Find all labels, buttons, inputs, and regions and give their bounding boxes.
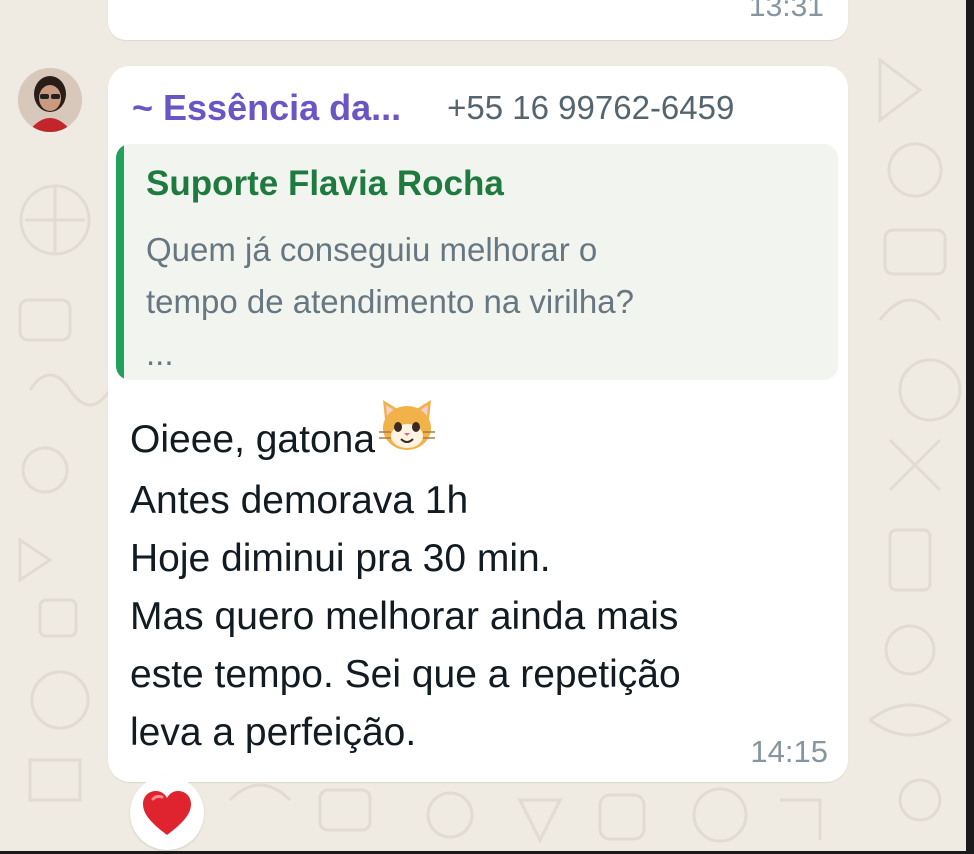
screenshot-border-right: [966, 0, 974, 854]
message-greeting: Oieee, gatona: [130, 417, 376, 461]
avatar-photo: [18, 68, 82, 132]
sender-name[interactable]: ~ Essência da...: [132, 87, 401, 129]
quoted-line: ...: [146, 335, 174, 372]
cat-face-emoji: [377, 398, 437, 469]
quoted-message[interactable]: Suporte Flavia Rocha Quem já conseguiu m…: [116, 144, 838, 380]
previous-message-bubble[interactable]: 13:31: [108, 0, 848, 40]
quoted-line: tempo de atendimento na virilha?: [146, 283, 634, 320]
previous-message-time: 13:31: [748, 0, 824, 23]
sender-avatar[interactable]: [18, 68, 82, 132]
red-heart-icon: [143, 791, 191, 835]
message-time: 14:15: [750, 734, 828, 769]
message-line: este tempo. Sei que a repetição: [130, 653, 681, 696]
quoted-line: Quem já conseguiu melhorar o: [146, 231, 598, 268]
quoted-text: Quem já conseguiu melhorar o tempo de at…: [146, 224, 806, 380]
reaction-badge[interactable]: [130, 776, 204, 850]
message-text: Oieee, gatona Antes demorava 1h Hoje dim…: [130, 400, 830, 762]
message-bubble[interactable]: ~ Essência da... +55 16 99762-6459 Supor…: [108, 66, 848, 782]
sender-phone[interactable]: +55 16 99762-6459: [447, 89, 734, 127]
message-line: Mas quero melhorar ainda mais: [130, 595, 679, 638]
message-line: leva a perfeição.: [130, 711, 417, 754]
message-header: ~ Essência da... +55 16 99762-6459: [132, 86, 822, 130]
quoted-author: Suporte Flavia Rocha: [146, 164, 504, 203]
message-greeting-line: Oieee, gatona: [130, 400, 830, 464]
quote-accent-bar: [116, 144, 124, 380]
message-line: Hoje diminui pra 30 min.: [130, 537, 551, 580]
message-line: Antes demorava 1h: [130, 479, 469, 522]
